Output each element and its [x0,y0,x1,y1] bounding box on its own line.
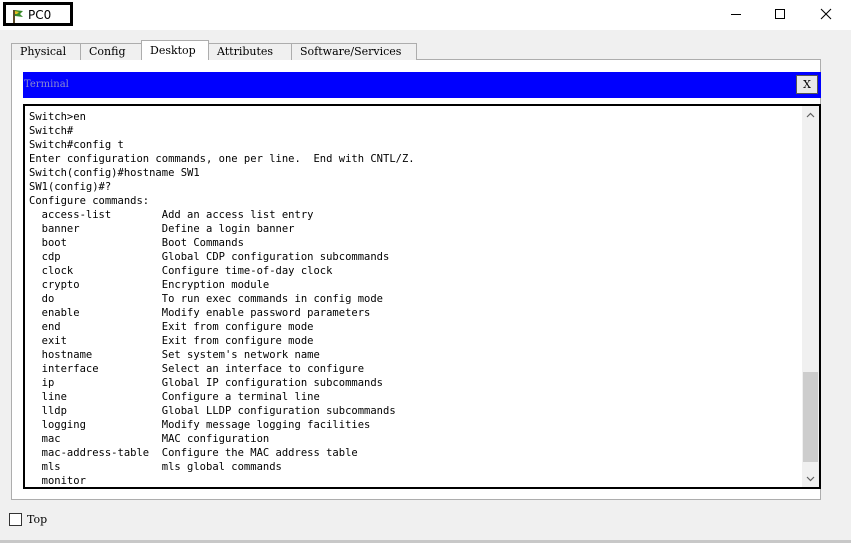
maximize-icon [775,9,785,19]
terminal-console[interactable]: Switch>en Switch# Switch#config t Enter … [23,104,821,489]
scroll-down-button[interactable] [802,470,819,487]
top-checkbox[interactable] [9,513,22,526]
terminal-title: Terminal [24,79,69,90]
close-button[interactable] [803,0,849,28]
packet-tracer-pc-icon [13,10,23,23]
tab-config[interactable]: Config [80,43,142,60]
chevron-up-icon [806,112,815,117]
terminal-output: Switch>en Switch# Switch#config t Enter … [29,111,415,487]
minimize-icon [731,14,741,15]
chevron-down-icon [806,476,815,481]
tab-software-services[interactable]: Software/Services [291,43,417,60]
scroll-thumb[interactable] [803,372,818,463]
window-title-box: PC0 [3,2,73,26]
tab-attributes[interactable]: Attributes [208,43,292,60]
tab-physical[interactable]: Physical [11,43,81,60]
maximize-button[interactable] [757,0,803,28]
close-icon [820,8,832,20]
scroll-up-button[interactable] [802,106,819,123]
terminal-header: Terminal X [23,72,821,98]
window-title: PC0 [28,8,52,22]
terminal-close-button[interactable]: X [796,75,818,94]
terminal-scrollbar[interactable] [802,106,819,487]
minimize-button[interactable] [713,0,759,28]
top-checkbox-label: Top [27,513,48,526]
tab-desktop[interactable]: Desktop [141,40,209,60]
tab-bar: Physical Config Desktop Attributes Softw… [11,40,417,60]
title-bar: PC0 [0,0,851,30]
